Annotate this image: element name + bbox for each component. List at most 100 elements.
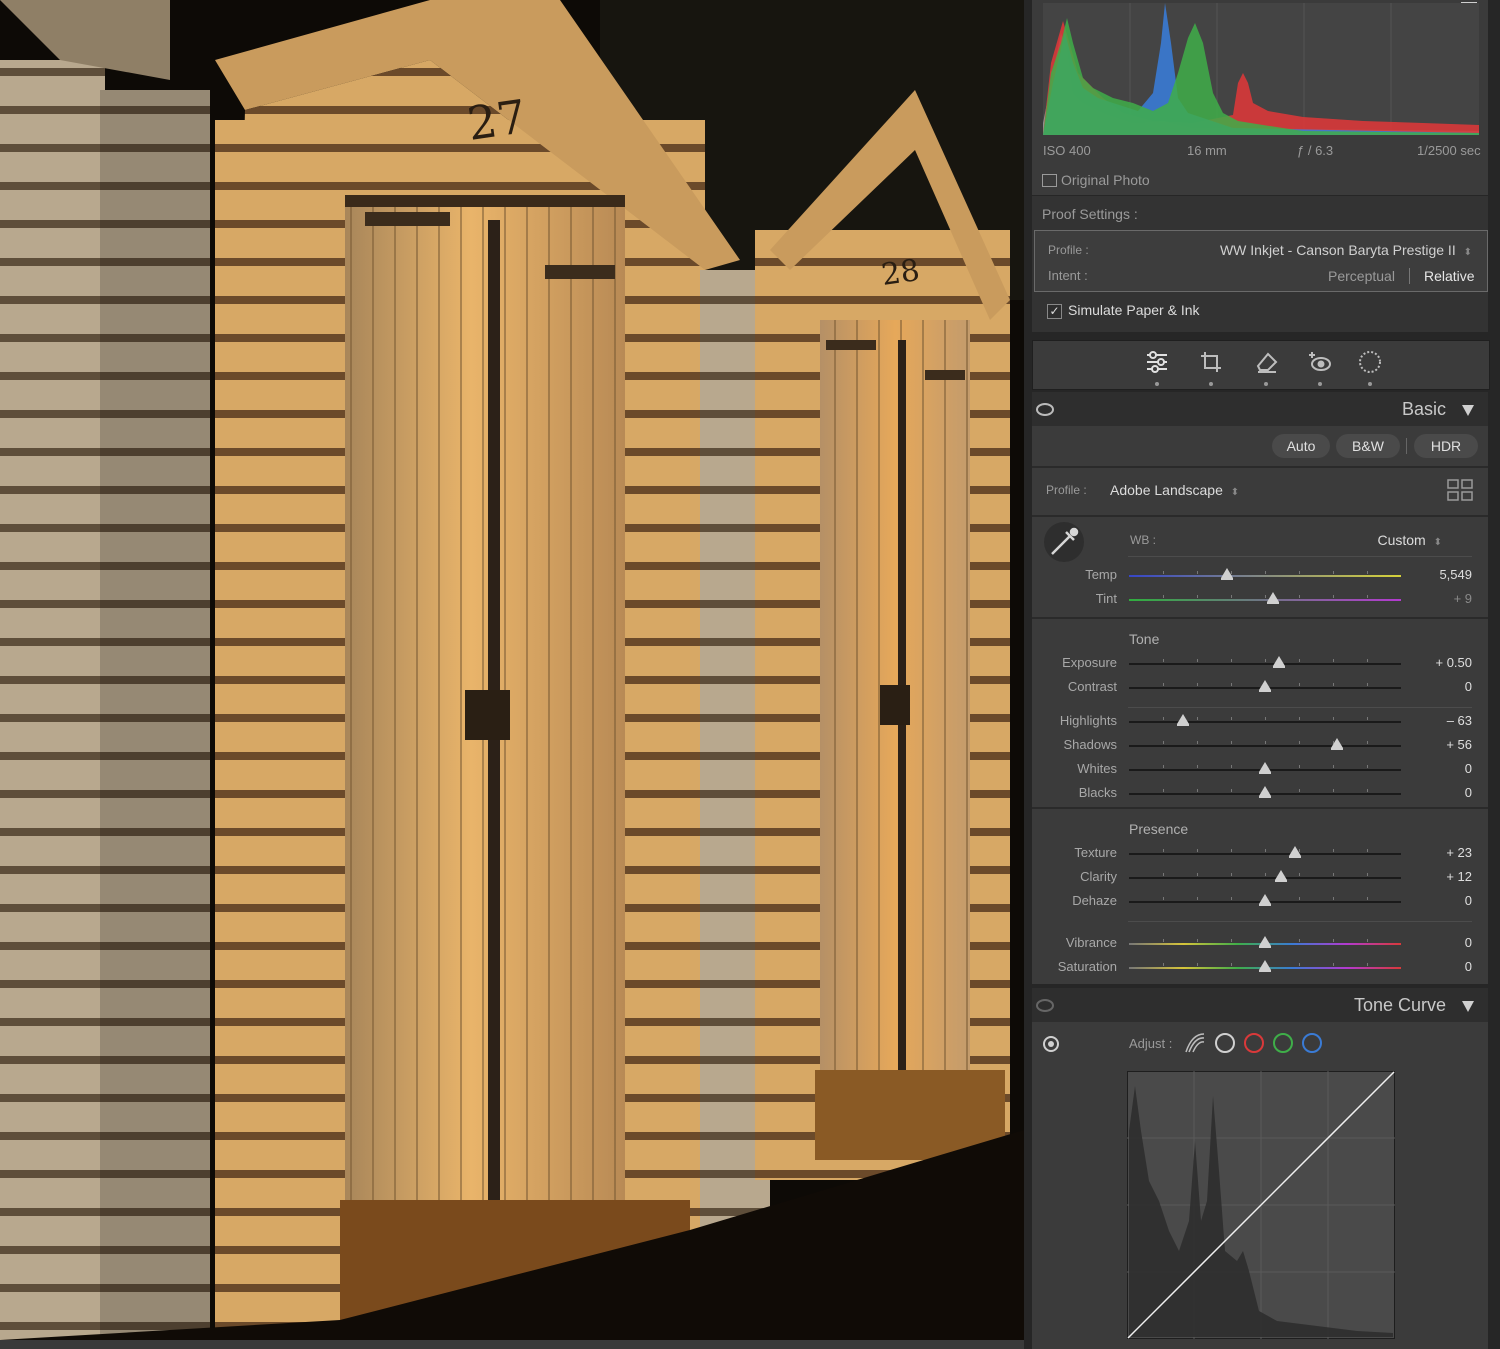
slider-tick bbox=[1333, 683, 1334, 686]
intent-perceptual[interactable]: Perceptual bbox=[1328, 268, 1395, 284]
highlights-value[interactable]: – 63 bbox=[1402, 713, 1472, 728]
slider-tick bbox=[1299, 659, 1300, 662]
profile-select[interactable]: Adobe Landscape ⬍ bbox=[1110, 482, 1239, 498]
tint-value[interactable]: + 9 bbox=[1402, 591, 1472, 606]
collapse-triangle-icon[interactable] bbox=[1462, 1001, 1474, 1012]
slider-tick bbox=[1367, 873, 1368, 876]
tool-dot bbox=[1155, 382, 1159, 386]
simulate-paper-label[interactable]: Simulate Paper & Ink bbox=[1068, 302, 1200, 318]
blue-channel-icon[interactable] bbox=[1302, 1033, 1322, 1053]
clarity-slider-thumb[interactable] bbox=[1275, 870, 1288, 882]
updown-icon: ⬍ bbox=[1433, 537, 1442, 548]
saturation-slider-thumb[interactable] bbox=[1259, 960, 1271, 972]
whites-slider-thumb[interactable] bbox=[1259, 762, 1271, 774]
target-adjust-icon[interactable] bbox=[1043, 1036, 1059, 1052]
svg-text:27: 27 bbox=[464, 89, 529, 151]
temp-slider-thumb[interactable] bbox=[1220, 568, 1233, 580]
crop-icon[interactable] bbox=[1199, 350, 1223, 374]
hdr-button[interactable]: HDR bbox=[1414, 434, 1478, 458]
auto-button[interactable]: Auto bbox=[1272, 434, 1330, 458]
original-photo-checkbox[interactable] bbox=[1042, 174, 1057, 187]
slider-tick bbox=[1197, 963, 1198, 966]
slider-tick bbox=[1367, 897, 1368, 900]
eye-icon[interactable] bbox=[1036, 403, 1054, 416]
proof-profile-label: Profile : bbox=[1048, 243, 1089, 257]
exposure-slider-thumb[interactable] bbox=[1272, 656, 1285, 668]
intent-relative[interactable]: Relative bbox=[1424, 268, 1475, 284]
basic-header[interactable]: Basic bbox=[1032, 392, 1488, 428]
exposure-slider[interactable] bbox=[1129, 663, 1401, 665]
heal-eraser-icon[interactable] bbox=[1254, 350, 1278, 374]
slider-tick bbox=[1163, 741, 1164, 744]
texture-slider-thumb[interactable] bbox=[1288, 846, 1301, 858]
dehaze-slider-thumb[interactable] bbox=[1259, 894, 1271, 906]
blacks-slider-thumb[interactable] bbox=[1259, 786, 1271, 798]
slider-tick bbox=[1163, 897, 1164, 900]
tint-slider-thumb[interactable] bbox=[1267, 592, 1280, 604]
blacks-value[interactable]: 0 bbox=[1402, 785, 1472, 800]
divider bbox=[1032, 617, 1488, 619]
tone-curve-graph[interactable] bbox=[1127, 1071, 1395, 1339]
whites-value[interactable]: 0 bbox=[1402, 761, 1472, 776]
slider-tick bbox=[1231, 595, 1232, 598]
exposure-value[interactable]: + 0.50 bbox=[1402, 655, 1472, 670]
temp-slider[interactable] bbox=[1129, 575, 1401, 577]
slider-tick bbox=[1299, 741, 1300, 744]
contrast-value[interactable]: 0 bbox=[1402, 679, 1472, 694]
contrast-slider-thumb[interactable] bbox=[1259, 680, 1271, 692]
slider-tick bbox=[1333, 939, 1334, 942]
vibrance-value[interactable]: 0 bbox=[1402, 935, 1472, 950]
slider-tick bbox=[1299, 683, 1300, 686]
photo-canvas[interactable]: 27 28 bbox=[0, 0, 1024, 1340]
wb-eyedropper-icon[interactable] bbox=[1044, 522, 1084, 562]
slider-tick bbox=[1197, 873, 1198, 876]
temp-value[interactable]: 5,549 bbox=[1402, 567, 1472, 582]
proof-profile-select[interactable]: WW Inkjet - Canson Baryta Prestige II ⬍ bbox=[1214, 242, 1472, 258]
green-channel-icon[interactable] bbox=[1273, 1033, 1293, 1053]
tool-dot bbox=[1368, 382, 1372, 386]
masking-icon[interactable] bbox=[1358, 350, 1382, 374]
highlights-slider-thumb[interactable] bbox=[1177, 714, 1190, 726]
saturation-value[interactable]: 0 bbox=[1402, 959, 1472, 974]
rgb-point-icon[interactable] bbox=[1215, 1033, 1235, 1053]
wb-select[interactable]: Custom ⬍ bbox=[1324, 532, 1442, 548]
slider-tick bbox=[1299, 873, 1300, 876]
shadows-value[interactable]: + 56 bbox=[1402, 737, 1472, 752]
clarity-value[interactable]: + 12 bbox=[1402, 869, 1472, 884]
profile-browser-icon[interactable] bbox=[1447, 478, 1473, 502]
eye-icon[interactable] bbox=[1036, 999, 1054, 1012]
tone-divider bbox=[1128, 707, 1472, 708]
slider-tick bbox=[1265, 717, 1266, 720]
adjust-label: Adjust : bbox=[1129, 1036, 1173, 1051]
texture-slider[interactable] bbox=[1129, 853, 1401, 855]
collapse-triangle-icon[interactable] bbox=[1462, 405, 1474, 416]
red-eye-icon[interactable] bbox=[1308, 350, 1332, 374]
red-channel-icon[interactable] bbox=[1244, 1033, 1264, 1053]
slider-tick bbox=[1197, 765, 1198, 768]
histogram-graph[interactable] bbox=[1043, 3, 1479, 135]
beach-huts-photo: 27 28 bbox=[0, 0, 1024, 1340]
updown-icon: ⬍ bbox=[1230, 487, 1240, 498]
edit-sliders-icon[interactable] bbox=[1144, 350, 1170, 374]
simulate-paper-checkbox[interactable]: ✓ bbox=[1047, 304, 1062, 319]
shadows-slider[interactable] bbox=[1129, 745, 1401, 747]
slider-tick bbox=[1163, 571, 1164, 574]
slider-tick bbox=[1367, 595, 1368, 598]
bw-button[interactable]: B&W bbox=[1336, 434, 1400, 458]
highlights-slider[interactable] bbox=[1129, 721, 1401, 723]
intent-separator bbox=[1409, 268, 1410, 284]
slider-tick bbox=[1333, 595, 1334, 598]
slider-tick bbox=[1265, 571, 1266, 574]
slider-tick bbox=[1265, 849, 1266, 852]
tone-curve-header[interactable]: Tone Curve bbox=[1032, 988, 1488, 1024]
tint-slider[interactable] bbox=[1129, 599, 1401, 601]
dehaze-value[interactable]: 0 bbox=[1402, 893, 1472, 908]
tint-label: Tint bbox=[1095, 591, 1117, 606]
parametric-icon[interactable] bbox=[1184, 1032, 1206, 1054]
clarity-slider[interactable] bbox=[1129, 877, 1401, 879]
shadows-slider-thumb[interactable] bbox=[1331, 738, 1344, 750]
original-photo-label[interactable]: Original Photo bbox=[1061, 172, 1150, 188]
proof-intent-label: Intent : bbox=[1048, 268, 1088, 283]
vibrance-slider-thumb[interactable] bbox=[1259, 936, 1271, 948]
texture-value[interactable]: + 23 bbox=[1402, 845, 1472, 860]
